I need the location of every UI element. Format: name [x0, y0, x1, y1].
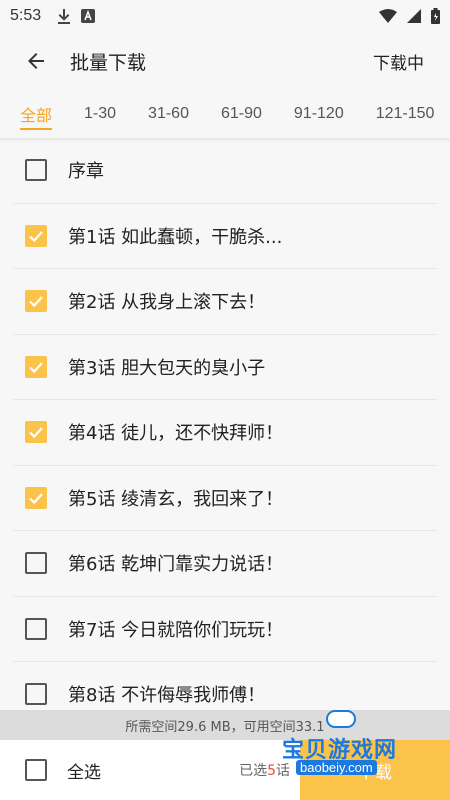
downloading-button[interactable]: 下载中	[373, 49, 424, 74]
tab-item[interactable]: 121-150	[360, 90, 450, 138]
tab-item[interactable]: 全部	[0, 90, 68, 138]
wifi-icon	[379, 9, 397, 23]
download-button-label: 下载	[358, 762, 392, 783]
chapter-checkbox[interactable]	[25, 224, 47, 247]
page-title: 批量下载	[70, 51, 147, 74]
tab-item[interactable]: 1-30	[68, 90, 132, 138]
chapter-row[interactable]: 第3话 胆大包天的臭小子	[13, 335, 437, 400]
selected-suffix: 话	[276, 763, 290, 779]
chapter-row[interactable]: 第6话 乾坤门靠实力说话！	[13, 531, 437, 597]
select-all-checkbox[interactable]	[25, 759, 47, 781]
storage-info-bar: 所需空间29.6 MB，可用空间33.1	[0, 710, 450, 740]
chapter-row[interactable]: 第5话 绫清玄，我回来了！	[13, 466, 437, 531]
chapter-checkbox[interactable]	[25, 421, 47, 444]
storage-info-text: 所需空间29.6 MB，可用空间33.1	[125, 719, 325, 735]
arrow-left-icon	[28, 53, 44, 69]
download-button[interactable]: 下载	[300, 740, 450, 800]
chapter-row[interactable]: 第8话 不许侮辱我师傅！	[13, 662, 437, 710]
tab-label: 91-120	[293, 105, 344, 122]
chapter-title: 第5话 绫清玄，我回来了！	[68, 488, 284, 510]
tab-item[interactable]: 31-60	[132, 90, 205, 138]
chapter-title: 第8话 不许侮辱我师傅！	[68, 685, 266, 707]
tab-label: 31-60	[148, 105, 189, 122]
tab-label: 61-90	[220, 105, 262, 122]
selected-prefix: 已选	[239, 763, 268, 779]
chapter-row[interactable]: 序章	[13, 138, 437, 204]
tab-item[interactable]: 61-90	[205, 90, 278, 138]
chapter-title: 第6话 乾坤门靠实力说话！	[68, 554, 284, 576]
chapter-checkbox[interactable]	[25, 486, 47, 509]
chapter-checkbox[interactable]	[25, 683, 47, 706]
tab-label: 全部	[20, 108, 53, 125]
chapter-checkbox[interactable]	[25, 355, 47, 378]
app-bar: 批量下载 下载中	[0, 32, 450, 90]
chapter-title: 第1话 如此蠢顿，干脆杀...	[68, 226, 283, 248]
bottom-bar: 全选 已选5话 下载	[0, 740, 450, 800]
status-bar: 5:53	[0, 0, 450, 32]
status-time: 5:53	[10, 7, 42, 24]
chapter-checkbox[interactable]	[25, 290, 47, 313]
chapter-title: 第3话 胆大包天的臭小子	[68, 357, 266, 379]
select-all-label[interactable]: 全选	[67, 758, 101, 783]
download-icon	[58, 9, 71, 24]
chapter-row[interactable]: 第1话 如此蠢顿，干脆杀...	[13, 204, 437, 269]
chapter-row[interactable]: 第2话 从我身上滚下去！	[13, 269, 437, 335]
battery-icon	[431, 8, 440, 24]
chapter-checkbox[interactable]	[25, 617, 47, 640]
chapter-title: 序章	[68, 161, 104, 183]
chapter-checkbox[interactable]	[25, 159, 47, 182]
tab-item[interactable]: 91-120	[278, 90, 360, 138]
selected-count: 已选5话	[239, 760, 290, 780]
chapter-title: 第4话 徒儿，还不快拜师！	[68, 423, 284, 445]
chapter-title: 第7话 今日就陪你们玩玩！	[68, 619, 284, 641]
tab-label: 121-150	[375, 105, 435, 122]
chapter-title: 第2话 从我身上滚下去！	[68, 292, 266, 314]
chapter-list: 序章 第1话 如此蠢顿，干脆杀... 第2话 从我身上滚下去！ 第3话 胆大包天…	[0, 138, 450, 710]
signal-icon	[407, 9, 421, 23]
tab-label: 1-30	[84, 105, 117, 122]
a-box-icon	[81, 9, 96, 23]
selected-number: 5	[267, 763, 276, 779]
chapter-row[interactable]: 第7话 今日就陪你们玩玩！	[13, 597, 437, 662]
chapter-checkbox[interactable]	[25, 552, 47, 575]
range-tabs: 全部 1-30 31-60 61-90 91-120 121-150	[0, 90, 450, 138]
back-button[interactable]	[8, 32, 64, 90]
chapter-row[interactable]: 第4话 徒儿，还不快拜师！	[13, 400, 437, 466]
